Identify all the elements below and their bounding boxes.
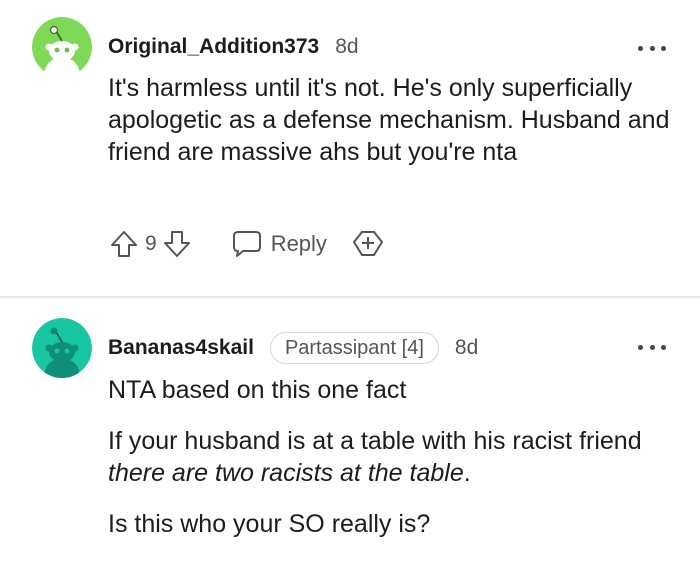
comment-paragraph: If your husband is at a table with his r… [108,425,678,489]
comment-header: Bananas4skail Partassipant [4] 8d [108,332,479,364]
comment-age: 8d [335,35,359,58]
user-flair: Partassipant [4] [269,332,439,364]
italic-text: there are two racists at the table [108,459,464,487]
snoo-avatar-icon [32,17,92,77]
more-options-icon[interactable] [638,342,666,352]
comment-header: Original_Addition373 8d [108,32,359,62]
username[interactable]: Original_Addition373 [108,35,319,59]
comment-text: It's harmless until it's not. He's only … [108,74,670,166]
comment-body: NTA based on this one fact If your husba… [108,374,678,540]
comment: Original_Addition373 8d It's harmless un… [0,0,700,296]
comment-body: It's harmless until it's not. He's only … [108,72,678,168]
avatar[interactable] [32,318,92,378]
comment-paragraph: NTA based on this one fact [108,376,407,404]
downvote-arrow-icon[interactable] [161,228,193,260]
vote-count: 9 [145,232,157,255]
comment-age: 8d [454,336,479,359]
more-options-icon[interactable] [638,43,666,53]
comment-text: If your husband is at a table with his r… [108,427,642,455]
username[interactable]: Bananas4skail [108,336,254,360]
award-plus-icon[interactable] [351,228,385,260]
snoo-avatar-icon [32,318,92,378]
comment-actions: 9 Reply [108,226,385,262]
speech-bubble-icon [231,229,263,259]
avatar[interactable] [32,17,92,77]
comment: Bananas4skail Partassipant [4] 8d NTA ba… [0,298,700,561]
reply-button[interactable]: Reply [231,229,327,259]
comment-paragraph: Is this who your SO really is? [108,510,431,538]
comment-text: . [463,459,471,487]
reply-label: Reply [270,231,327,256]
upvote-arrow-icon[interactable] [108,228,140,260]
